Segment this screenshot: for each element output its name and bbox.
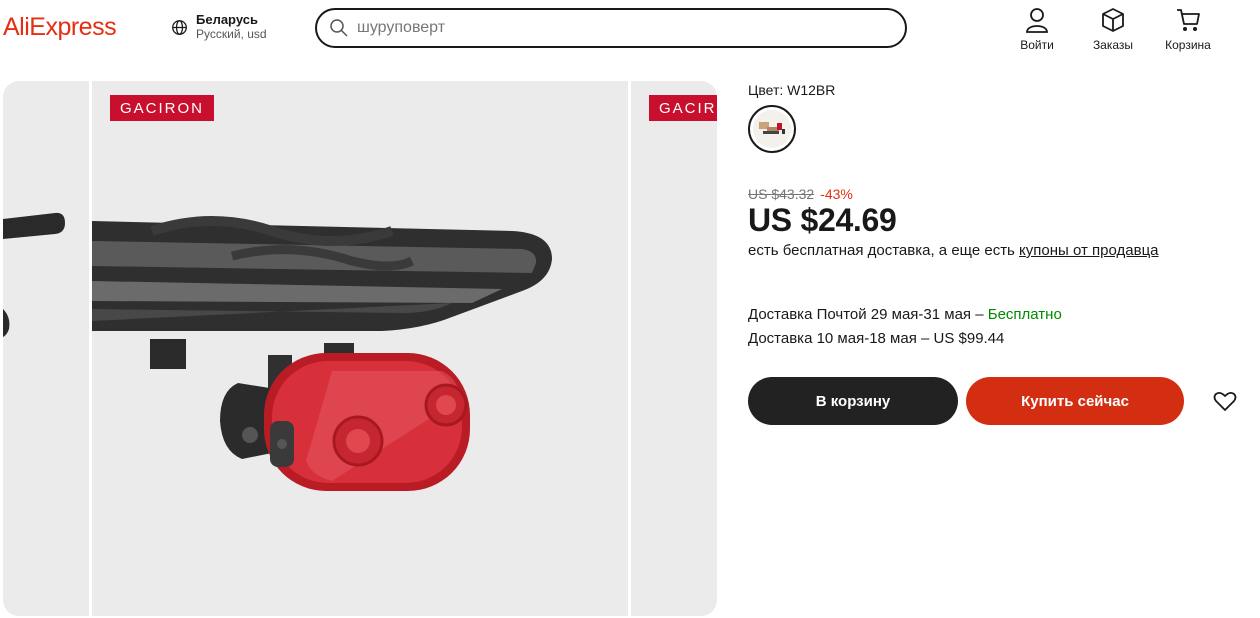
search-input[interactable] [357,19,905,37]
bike-handle-image [3,212,65,337]
search-bar [315,8,907,48]
delivery-free-label: Бесплатно [987,306,1062,323]
old-price: US $43.32 [748,186,815,202]
current-price: US $24.69 [748,202,897,238]
brand-badge-next: GACIRON [649,95,717,121]
login-button[interactable]: Войти [1007,6,1067,54]
orders-button[interactable]: Заказы [1083,6,1143,54]
box-icon [1102,8,1124,32]
cart-icon [1177,9,1200,31]
region-selector[interactable]: Беларусь Русский, usd [171,13,267,41]
buy-now-button[interactable]: Купить сейчас [966,377,1184,425]
shipping-note-text: есть бесплатная доставка, а еще есть [748,242,1020,259]
gallery-slide-next[interactable]: GACIRON [631,81,717,616]
region-country: Беларусь [196,12,258,27]
login-label: Войти [1020,38,1054,52]
product-info-panel: Цвет: W12BR US $43.32 -43% US $24.69 есть… [748,82,1248,425]
aliexpress-logo[interactable]: AliExpress [3,13,117,42]
delivery-post-text: Доставка Почтой 29 мая-31 мая – [748,306,988,323]
shipping-note: есть бесплатная доставка, а еще есть куп… [748,242,1159,259]
gallery-slide-previous[interactable] [3,81,89,616]
globe-icon [172,19,187,35]
orders-label: Заказы [1092,38,1134,52]
delivery-option-express: Доставка 10 мая-18 мая – US $99.44 [748,330,1005,347]
product-image [92,216,552,491]
header: AliExpress Беларусь Русский, usd Войти [0,0,1260,60]
discount-badge: -43% [820,186,853,202]
color-swatch-thumbnail [753,110,791,148]
delivery-option-post: Доставка Почтой 29 мая-31 мая – Бесплатн… [748,306,1062,323]
search-icon[interactable] [329,18,349,38]
cart-label: Корзина [1165,38,1211,52]
color-label: Цвет: W12BR [748,82,836,98]
coupons-link[interactable]: купоны от продавца [1019,242,1158,259]
brand-badge: GACIRON [110,95,215,121]
region-language-currency: Русский, usd [196,27,267,41]
old-price-row: US $43.32 -43% [748,186,853,202]
add-to-cart-button[interactable]: В корзину [748,377,958,425]
heart-icon[interactable] [1212,388,1238,414]
gallery-slide-main[interactable]: GACIRON [92,81,628,616]
cart-button[interactable]: Корзина [1158,6,1218,54]
product-gallery: GACIRON GACIR [3,81,717,616]
color-swatch-selected[interactable] [748,105,796,153]
user-icon [1026,8,1048,33]
